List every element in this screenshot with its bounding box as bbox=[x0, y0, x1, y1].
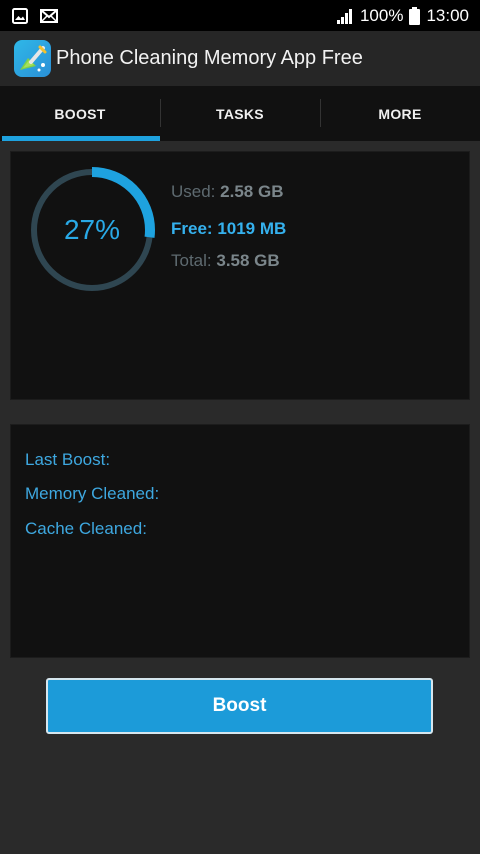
cache-cleaned-label: Cache Cleaned: bbox=[25, 519, 147, 538]
free-row: Free: 1019 MB bbox=[171, 219, 286, 239]
app-title: Phone Cleaning Memory App Free bbox=[56, 47, 363, 69]
status-right: 100% 13:00 bbox=[336, 6, 480, 26]
signal-icon bbox=[336, 8, 354, 24]
boost-button[interactable]: Boost bbox=[46, 678, 433, 734]
mail-notification-icon bbox=[40, 8, 58, 23]
last-boost-label: Last Boost: bbox=[25, 450, 111, 469]
battery-icon bbox=[409, 6, 421, 25]
used-row: Used: 2.58 GB bbox=[171, 182, 283, 202]
used-value: 2.58 GB bbox=[220, 182, 284, 201]
total-label: Total: bbox=[171, 251, 212, 270]
total-value: 3.58 GB bbox=[216, 251, 280, 270]
status-bar: 100% 13:00 bbox=[0, 0, 480, 31]
tab-more[interactable]: MORE bbox=[320, 86, 480, 141]
image-notification-icon bbox=[12, 7, 28, 24]
free-label: Free: bbox=[171, 219, 213, 238]
tab-boost[interactable]: BOOST bbox=[0, 86, 160, 141]
clock: 13:00 bbox=[426, 5, 469, 25]
app-bar: Phone Cleaning Memory App Free bbox=[0, 31, 480, 86]
total-row: Total: 3.58 GB bbox=[171, 251, 280, 271]
memory-card: 27% Used: 2.58 GB Free: 1019 MB Total: 3… bbox=[10, 151, 470, 400]
free-value: 1019 MB bbox=[217, 219, 287, 238]
status-left-icons bbox=[0, 7, 58, 24]
battery-percent: 100% bbox=[359, 5, 404, 25]
used-label: Used: bbox=[171, 182, 216, 201]
memory-cleaned-label: Memory Cleaned: bbox=[25, 484, 160, 503]
tab-tasks[interactable]: TASKS bbox=[160, 86, 320, 141]
boost-stats-card: Last Boost: Memory Cleaned: Cache Cleane… bbox=[10, 424, 470, 658]
tab-bar: BOOST TASKS MORE bbox=[0, 86, 480, 141]
broom-app-icon bbox=[14, 40, 51, 77]
memory-percent: 27% bbox=[63, 214, 121, 245]
